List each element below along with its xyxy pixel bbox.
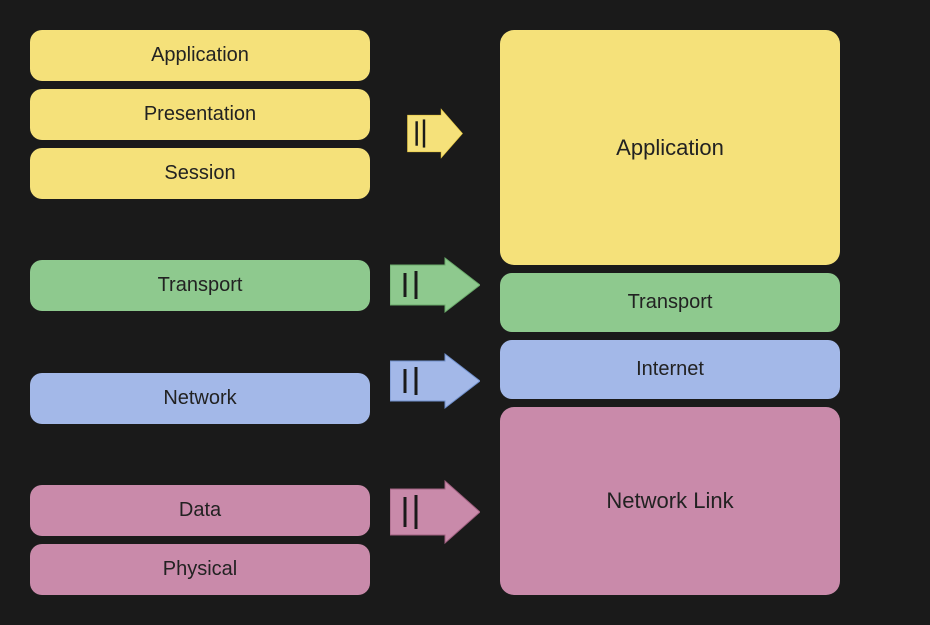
yellow-arrow-wrap bbox=[390, 30, 480, 237]
layer-physical: Physical bbox=[30, 544, 370, 595]
blue-arrow-icon bbox=[390, 351, 480, 411]
blue-arrow-wrap bbox=[390, 333, 480, 429]
middle-column bbox=[370, 30, 500, 595]
green-arrow-icon bbox=[390, 255, 480, 315]
right-layer-application: Application bbox=[500, 30, 840, 265]
right-column: Application Transport Internet Network L… bbox=[500, 30, 840, 595]
yellow-group: Application Presentation Session bbox=[30, 30, 370, 199]
layer-network: Network bbox=[30, 373, 370, 424]
osi-tcpip-diagram: Application Presentation Session Transpo… bbox=[15, 15, 915, 610]
yellow-arrow-icon bbox=[390, 106, 480, 161]
green-arrow-wrap bbox=[390, 237, 480, 333]
layer-transport: Transport bbox=[30, 260, 370, 311]
pink-group: Data Physical bbox=[30, 485, 370, 595]
right-layer-network-link: Network Link bbox=[500, 407, 840, 595]
layer-presentation: Presentation bbox=[30, 89, 370, 140]
layer-application: Application bbox=[30, 30, 370, 81]
right-layer-internet: Internet bbox=[500, 340, 840, 399]
layer-data: Data bbox=[30, 485, 370, 536]
layer-session: Session bbox=[30, 148, 370, 199]
pink-arrow-wrap bbox=[390, 430, 480, 595]
right-layer-transport: Transport bbox=[500, 273, 840, 332]
pink-arrow-icon bbox=[390, 477, 480, 547]
left-column: Application Presentation Session Transpo… bbox=[30, 30, 370, 595]
